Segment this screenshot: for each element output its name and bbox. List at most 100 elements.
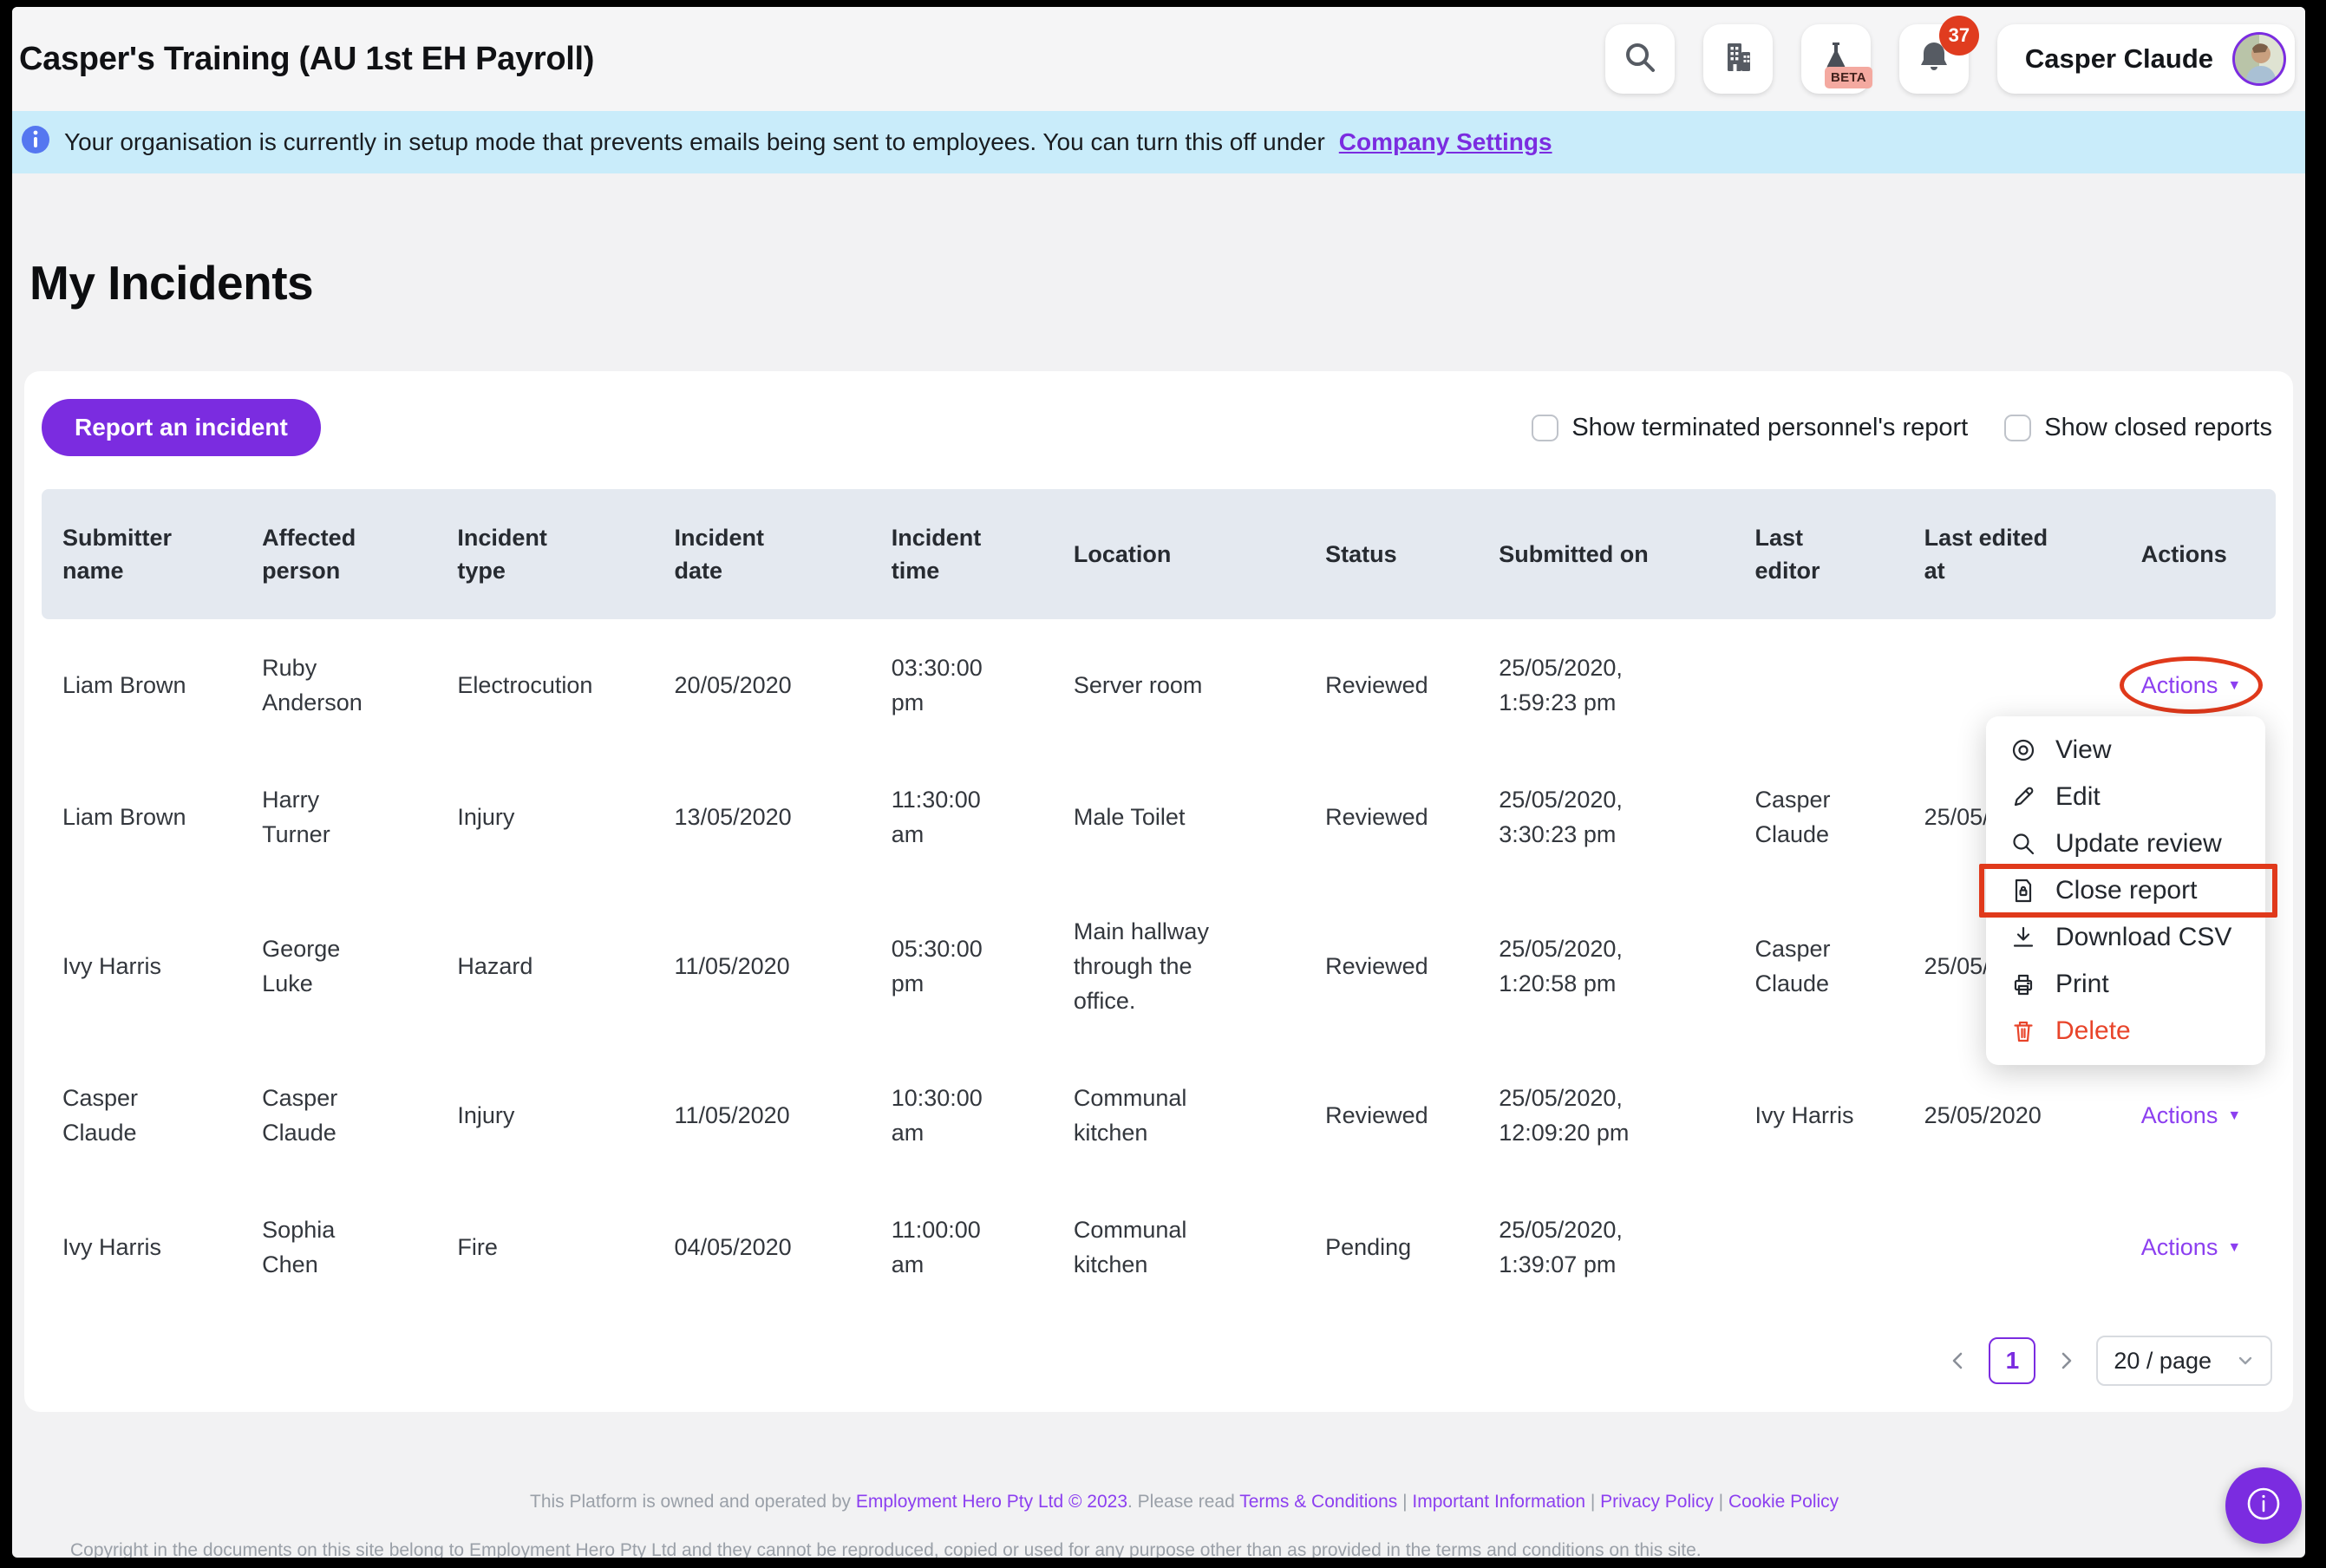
info-circle-icon bbox=[2244, 1484, 2284, 1528]
column-header-submitted: Submitted on bbox=[1478, 489, 1734, 619]
footer-text: | bbox=[1585, 1492, 1600, 1512]
row-actions-button[interactable]: Actions▼ bbox=[2141, 1098, 2241, 1133]
table-row: Liam BrownHarryTurnerInjury13/05/202011:… bbox=[42, 751, 2276, 883]
footer-line-2: Copyright in the documents on this site … bbox=[70, 1540, 1702, 1558]
cell-status: Reviewed bbox=[1304, 883, 1478, 1049]
table-toolbar: Report an incident Show terminated perso… bbox=[42, 399, 2276, 456]
beta-badge: BETA bbox=[1825, 67, 1872, 88]
user-menu-button[interactable]: Casper Claude bbox=[1997, 24, 2295, 94]
chevron-down-icon: ▼ bbox=[2227, 1099, 2241, 1134]
cell-time: 10:30:00am bbox=[871, 1049, 1053, 1181]
footer-link[interactable]: Cookie Policy bbox=[1728, 1492, 1839, 1512]
cell-actions: Actions▼ bbox=[2120, 1049, 2276, 1181]
eye-icon bbox=[2009, 735, 2038, 765]
main-content: My Incidents Report an incident Show ter… bbox=[12, 255, 2305, 1412]
banner-text: Your organisation is currently in setup … bbox=[64, 128, 1325, 156]
menu-item-download-csv[interactable]: Download CSV bbox=[1986, 914, 2265, 961]
cell-status: Reviewed bbox=[1304, 751, 1478, 883]
menu-item-delete[interactable]: Delete bbox=[1986, 1008, 2265, 1055]
cell-submitter: Liam Brown bbox=[42, 751, 241, 883]
chevron-down-icon bbox=[2236, 1351, 2255, 1370]
menu-item-close-report[interactable]: Close report bbox=[1986, 867, 2265, 914]
cell-last_edited: 25/05/2020 bbox=[1904, 1049, 2120, 1181]
footer-link[interactable]: Terms & Conditions bbox=[1239, 1492, 1397, 1512]
column-header-date: Incidentdate bbox=[654, 489, 871, 619]
cell-status: Reviewed bbox=[1304, 619, 1478, 751]
notifications-button[interactable]: 37 bbox=[1899, 24, 1969, 94]
cell-submitted: 25/05/2020,1:39:07 pm bbox=[1478, 1181, 1734, 1313]
incidents-table: SubmitternameAffectedpersonIncidenttypeI… bbox=[42, 489, 2276, 1313]
document-lock-icon bbox=[2009, 876, 2038, 905]
cell-location: Male Toilet bbox=[1053, 751, 1304, 883]
column-header-time: Incidenttime bbox=[871, 489, 1053, 619]
row-actions-button[interactable]: Actions▼ bbox=[2141, 668, 2241, 702]
printer-icon bbox=[2009, 970, 2038, 999]
footer-text: . Please read bbox=[1127, 1492, 1239, 1512]
cell-last_editor: Ivy Harris bbox=[1734, 1049, 1903, 1181]
search-icon bbox=[1622, 39, 1658, 80]
column-header-affected: Affectedperson bbox=[241, 489, 436, 619]
top-bar: Casper's Training (AU 1st EH Payroll) bbox=[12, 7, 2305, 111]
cell-last_editor bbox=[1734, 619, 1903, 751]
notification-count-badge: 37 bbox=[1939, 16, 1979, 56]
cell-last_editor: CasperClaude bbox=[1734, 751, 1903, 883]
cell-affected: CasperClaude bbox=[241, 1049, 436, 1181]
cell-submitted: 25/05/2020,3:30:23 pm bbox=[1478, 751, 1734, 883]
cell-status: Reviewed bbox=[1304, 1049, 1478, 1181]
previous-page-button[interactable] bbox=[1945, 1348, 1971, 1374]
cell-submitted: 25/05/2020,1:20:58 pm bbox=[1478, 883, 1734, 1049]
page-size-value: 20 / page bbox=[2114, 1348, 2212, 1375]
table-row: Ivy HarrisGeorgeLukeHazard11/05/202005:3… bbox=[42, 883, 2276, 1049]
table-row: Ivy HarrisSophiaChenFire04/05/202011:00:… bbox=[42, 1181, 2276, 1313]
column-header-submitter: Submittername bbox=[42, 489, 241, 619]
table-header-row: SubmitternameAffectedpersonIncidenttypeI… bbox=[42, 489, 2276, 619]
chevron-down-icon: ▼ bbox=[2227, 1231, 2241, 1265]
menu-item-edit[interactable]: Edit bbox=[1986, 774, 2265, 820]
avatar bbox=[2232, 32, 2286, 86]
footer-link[interactable]: Employment Hero Pty Ltd © 2023 bbox=[856, 1492, 1127, 1512]
pagination: 1 20 / page bbox=[42, 1336, 2276, 1386]
cell-time: 03:30:00pm bbox=[871, 619, 1053, 751]
cell-submitter: CasperClaude bbox=[42, 1049, 241, 1181]
page-size-select[interactable]: 20 / page bbox=[2096, 1336, 2272, 1386]
cell-date: 20/05/2020 bbox=[654, 619, 871, 751]
show-terminated-checkbox[interactable] bbox=[1532, 415, 1558, 441]
footer-link[interactable]: Important Information bbox=[1412, 1492, 1585, 1512]
show-closed-checkbox[interactable] bbox=[2004, 415, 2031, 441]
beta-features-button[interactable]: BETA bbox=[1801, 24, 1871, 94]
company-settings-link[interactable]: Company Settings bbox=[1339, 128, 1552, 156]
trash-icon bbox=[2009, 1016, 2038, 1046]
cell-submitter: Ivy Harris bbox=[42, 883, 241, 1049]
setup-mode-banner: Your organisation is currently in setup … bbox=[12, 111, 2305, 173]
menu-item-label: Close report bbox=[2055, 876, 2197, 905]
cell-submitted: 25/05/2020,12:09:20 pm bbox=[1478, 1049, 1734, 1181]
column-header-actions: Actions bbox=[2120, 489, 2276, 619]
show-closed-label: Show closed reports bbox=[2044, 414, 2272, 442]
next-page-button[interactable] bbox=[2053, 1348, 2079, 1374]
search-button[interactable] bbox=[1605, 24, 1675, 94]
menu-item-update-review[interactable]: Update review bbox=[1986, 820, 2265, 867]
column-header-location: Location bbox=[1053, 489, 1304, 619]
row-actions-button[interactable]: Actions▼ bbox=[2141, 1230, 2241, 1264]
cell-date: 11/05/2020 bbox=[654, 1049, 871, 1181]
organisation-button[interactable] bbox=[1703, 24, 1773, 94]
window-edge-top bbox=[0, 0, 2326, 7]
help-fab-button[interactable] bbox=[2225, 1467, 2302, 1544]
footer-text: This Platform is owned and operated by bbox=[530, 1492, 856, 1512]
menu-item-print[interactable]: Print bbox=[1986, 961, 2265, 1008]
menu-item-label: Update review bbox=[2055, 829, 2222, 859]
cell-date: 11/05/2020 bbox=[654, 883, 871, 1049]
report-incident-button[interactable]: Report an incident bbox=[42, 399, 321, 456]
footer-link[interactable]: Privacy Policy bbox=[1600, 1492, 1714, 1512]
cell-last_editor bbox=[1734, 1181, 1903, 1313]
column-header-last_edited: Last editedat bbox=[1904, 489, 2120, 619]
cell-affected: SophiaChen bbox=[241, 1181, 436, 1313]
column-header-last_editor: Lasteditor bbox=[1734, 489, 1903, 619]
cell-date: 13/05/2020 bbox=[654, 751, 871, 883]
cell-last_editor: CasperClaude bbox=[1734, 883, 1903, 1049]
column-header-status: Status bbox=[1304, 489, 1478, 619]
menu-item-view[interactable]: View bbox=[1986, 727, 2265, 774]
page-heading: My Incidents bbox=[29, 255, 2293, 310]
menu-item-label: Edit bbox=[2055, 782, 2101, 812]
page-number-button[interactable]: 1 bbox=[1989, 1337, 2035, 1384]
